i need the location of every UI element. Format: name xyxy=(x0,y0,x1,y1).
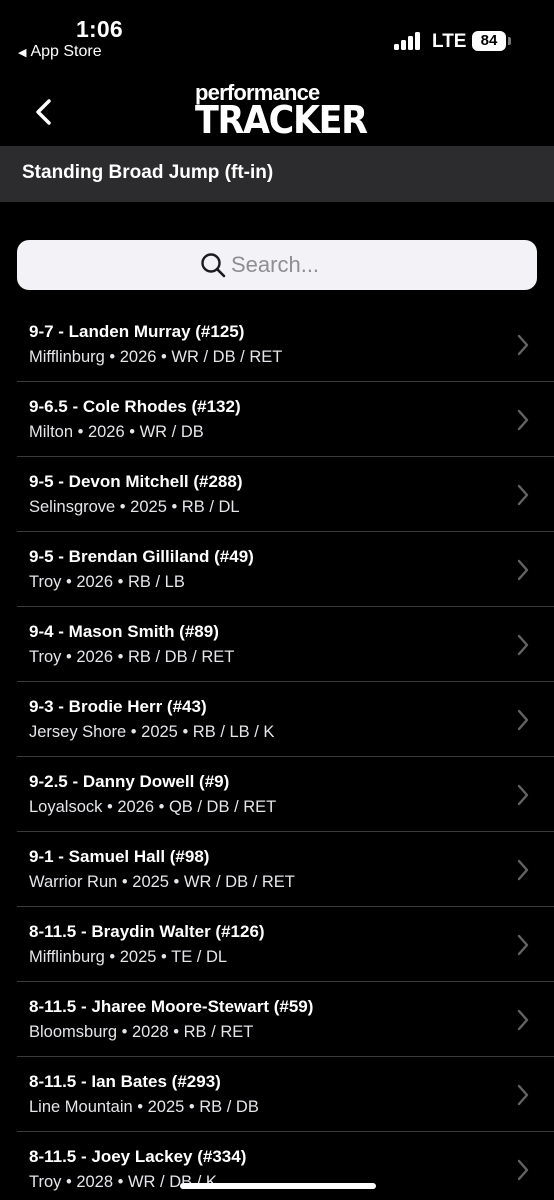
list-item[interactable]: 9-3 - Brodie Herr (#43) Jersey Shore • 20… xyxy=(0,682,554,757)
chevron-right-icon xyxy=(517,484,529,506)
list-item[interactable]: 9-1 - Samuel Hall (#98) Warrior Run • 202… xyxy=(0,832,554,907)
chevron-right-icon xyxy=(517,334,529,356)
list-item[interactable]: 9-6.5 - Cole Rhodes (#132) Milton • 2026 … xyxy=(0,382,554,457)
list-item[interactable]: 9-4 - Mason Smith (#89) Troy • 2026 • RB … xyxy=(0,607,554,682)
chevron-right-icon xyxy=(517,784,529,806)
search-bar[interactable] xyxy=(17,240,537,290)
back-chevron-icon[interactable] xyxy=(30,96,56,128)
screen: 1:06 ◀ App Store LTE 84 performance TRAC… xyxy=(0,0,554,1200)
athlete-details: Milton • 2026 • WR / DB xyxy=(29,423,204,441)
list-item[interactable]: 8-11.5 - Joey Lackey (#334) Troy • 2028 •… xyxy=(0,1132,554,1200)
athlete-details: Bloomsburg • 2028 • RB / RET xyxy=(29,1023,254,1041)
athlete-result-title: 9-5 - Devon Mitchell (#288) xyxy=(29,472,243,491)
search-input[interactable] xyxy=(231,249,431,281)
logo-bottom-text: TRACKER xyxy=(195,98,368,142)
cellular-signal-icon xyxy=(394,32,424,50)
list-item[interactable]: 9-2.5 - Danny Dowell (#9) Loyalsock • 202… xyxy=(0,757,554,832)
chevron-right-icon xyxy=(517,859,529,881)
athlete-list: 9-7 - Landen Murray (#125) Mifflinburg • … xyxy=(0,307,554,1200)
back-triangle-icon: ◀ xyxy=(18,46,27,59)
section-title: Standing Broad Jump (ft-in) xyxy=(22,162,274,183)
athlete-result-title: 9-5 - Brendan Gilliland (#49) xyxy=(29,547,254,566)
battery-icon: 84 xyxy=(472,31,506,51)
chevron-right-icon xyxy=(517,934,529,956)
list-item[interactable]: 8-11.5 - Jharee Moore-Stewart (#59) Bloom… xyxy=(0,982,554,1057)
chevron-right-icon xyxy=(517,1159,529,1181)
athlete-details: Warrior Run • 2025 • WR / DB / RET xyxy=(29,873,295,891)
athlete-result-title: 9-1 - Samuel Hall (#98) xyxy=(29,847,210,866)
battery-nub xyxy=(508,37,511,45)
athlete-result-title: 8-11.5 - Jharee Moore-Stewart (#59) xyxy=(29,997,314,1016)
list-item[interactable]: 9-5 - Devon Mitchell (#288) Selinsgrove •… xyxy=(0,457,554,532)
chevron-right-icon xyxy=(517,409,529,431)
athlete-details: Mifflinburg • 2026 • WR / DB / RET xyxy=(29,348,283,366)
athlete-details: Mifflinburg • 2025 • TE / DL xyxy=(29,948,228,966)
network-type: LTE xyxy=(432,31,467,52)
list-item[interactable]: 8-11.5 - Ian Bates (#293) Line Mountain •… xyxy=(0,1057,554,1132)
status-time: 1:06 xyxy=(76,16,123,42)
athlete-details: Selinsgrove • 2025 • RB / DL xyxy=(29,498,240,516)
home-indicator[interactable] xyxy=(180,1183,376,1189)
athlete-details: Jersey Shore • 2025 • RB / LB / K xyxy=(29,723,275,741)
chevron-right-icon xyxy=(517,634,529,656)
athlete-details: Loyalsock • 2026 • QB / DB / RET xyxy=(29,798,277,816)
chevron-right-icon xyxy=(517,709,529,731)
back-to-app-store-link[interactable]: ◀ App Store xyxy=(18,43,102,61)
search-icon xyxy=(201,253,226,278)
athlete-result-title: 9-4 - Mason Smith (#89) xyxy=(29,622,219,641)
athlete-result-title: 9-2.5 - Danny Dowell (#9) xyxy=(29,772,230,791)
list-item[interactable]: 9-7 - Landen Murray (#125) Mifflinburg • … xyxy=(0,307,554,382)
battery-level: 84 xyxy=(480,32,498,49)
list-item[interactable]: 9-5 - Brendan Gilliland (#49) Troy • 2026… xyxy=(0,532,554,607)
athlete-result-title: 9-7 - Landen Murray (#125) xyxy=(29,322,245,341)
chevron-right-icon xyxy=(517,1009,529,1031)
athlete-result-title: 8-11.5 - Joey Lackey (#334) xyxy=(29,1147,247,1166)
section-header: Standing Broad Jump (ft-in) xyxy=(0,146,554,202)
back-app-label: App Store xyxy=(30,43,102,60)
app-logo: performance TRACKER xyxy=(195,80,368,142)
athlete-result-title: 9-3 - Brodie Herr (#43) xyxy=(29,697,207,716)
status-bar: 1:06 ◀ App Store LTE 84 xyxy=(0,0,554,70)
nav-header: performance TRACKER xyxy=(0,70,554,146)
athlete-details: Line Mountain • 2025 • RB / DB xyxy=(29,1098,259,1116)
athlete-result-title: 8-11.5 - Braydin Walter (#126) xyxy=(29,922,265,941)
athlete-result-title: 8-11.5 - Ian Bates (#293) xyxy=(29,1072,221,1091)
chevron-right-icon xyxy=(517,559,529,581)
list-item[interactable]: 8-11.5 - Braydin Walter (#126) Mifflinbur… xyxy=(0,907,554,982)
athlete-details: Troy • 2026 • RB / DB / RET xyxy=(29,648,235,666)
athlete-result-title: 9-6.5 - Cole Rhodes (#132) xyxy=(29,397,241,416)
athlete-details: Troy • 2026 • RB / LB xyxy=(29,573,185,591)
chevron-right-icon xyxy=(517,1084,529,1106)
